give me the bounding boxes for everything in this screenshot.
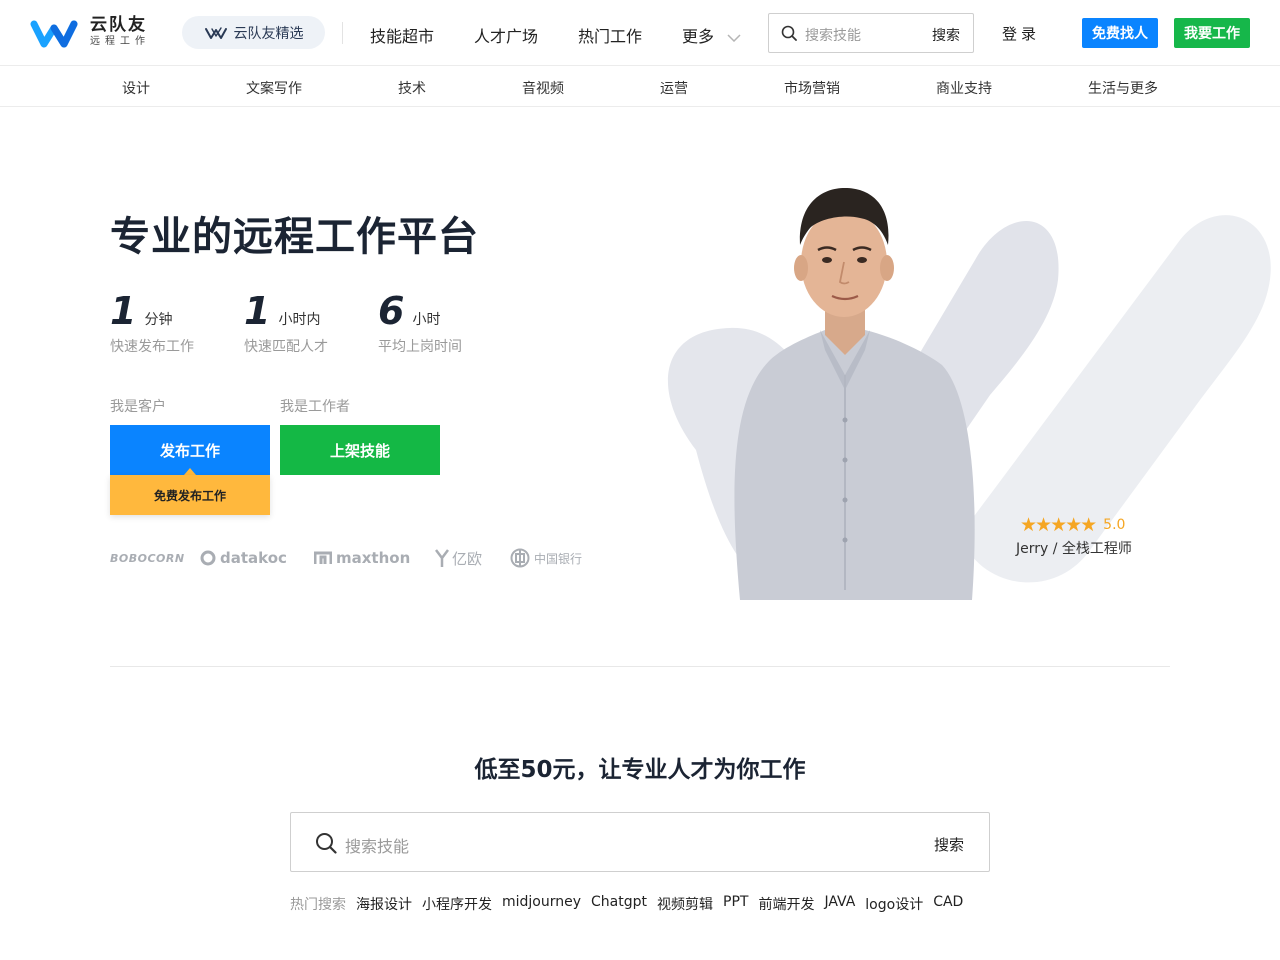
main-search-input[interactable]: 搜索技能 — [345, 833, 409, 857]
header-search-button[interactable]: 搜索 — [932, 25, 960, 45]
search-icon — [781, 25, 797, 41]
stat-desc: 快速发布工作 — [110, 339, 194, 355]
hot-search-item[interactable]: PPT — [723, 894, 748, 914]
logo-subtitle: 远程工作 — [90, 36, 150, 47]
logo[interactable]: 云队友 远程工作 — [30, 16, 150, 48]
category-design[interactable]: 设计 — [122, 78, 150, 98]
main-search-button[interactable]: 搜索 — [934, 834, 964, 855]
stat-onboard-time: 6 小时 平均上岗时间 — [378, 289, 462, 355]
stat-unit: 小时内 — [278, 312, 321, 328]
partner-logo-bobocorn: BOBOCORN — [110, 551, 185, 565]
featured-pill-label: 云队友精选 — [233, 25, 304, 42]
search-section-title: 低至50元，让专业人才为你工作 — [474, 757, 806, 783]
hot-search-item[interactable]: JAVA — [824, 894, 855, 914]
category-bar: 设计 文案写作 技术 音视频 运营 市场营销 商业支持 生活与更多 — [0, 66, 1280, 107]
partner-logo-yiou: 亿欧 — [434, 544, 482, 572]
header-search: 搜索技能 搜索 — [768, 13, 974, 53]
partner-name: 亿欧 — [452, 549, 483, 568]
category-copywriting[interactable]: 文案写作 — [246, 78, 302, 98]
stat-desc: 平均上岗时间 — [378, 339, 462, 355]
category-life-more[interactable]: 生活与更多 — [1088, 78, 1158, 98]
hero-title: 专业的远程工作平台 — [110, 214, 479, 260]
hot-searches: 热门搜索 海报设计 小程序开发 midjourney Chatgpt 视频剪辑 … — [290, 894, 973, 914]
hot-search-item[interactable]: 海报设计 — [356, 894, 412, 914]
find-work-button[interactable]: 我要工作 — [1174, 18, 1250, 48]
hot-search-item[interactable]: midjourney — [502, 894, 581, 914]
yiou-icon — [435, 549, 449, 567]
main-search: 搜索技能 搜索 — [290, 812, 990, 872]
stat-number: 1 — [244, 289, 271, 333]
rating-value: 5.0 — [1103, 517, 1126, 533]
category-tech[interactable]: 技术 — [398, 78, 426, 98]
top-header: 云队友 远程工作 云队友精选 技能超市 人才广场 热门工作 更多 搜索技能 搜索… — [0, 0, 1280, 66]
stat-match-time: 1 小时内 快速匹配人才 — [244, 289, 328, 355]
stat-number: 6 — [378, 289, 405, 333]
category-av[interactable]: 音视频 — [522, 78, 564, 98]
section-divider — [110, 666, 1170, 667]
partner-name: 中国银行 — [534, 551, 583, 566]
find-talent-button[interactable]: 免费找人 — [1082, 18, 1158, 48]
hot-search-item[interactable]: 小程序开发 — [422, 894, 492, 914]
logo-icon — [30, 20, 78, 48]
logo-name: 云队友 — [90, 15, 147, 35]
stat-unit: 小时 — [412, 312, 441, 328]
hot-search-label: 热门搜索 — [290, 897, 346, 913]
partner-logos: BOBOCORN datakoc maxthon 亿欧 中国银行 — [110, 544, 590, 572]
partner-logo-datakoc: datakoc — [200, 544, 287, 572]
category-marketing[interactable]: 市场营销 — [784, 78, 840, 98]
tooltip-arrow — [184, 468, 196, 475]
hot-search-item[interactable]: logo设计 — [865, 894, 923, 914]
chevron-down-icon — [727, 33, 741, 42]
login-link[interactable]: 登录 — [1002, 23, 1040, 44]
nav-skill-market[interactable]: 技能超市 — [370, 23, 434, 47]
list-skill-button[interactable]: 上架技能 — [280, 425, 440, 475]
stat-desc: 快速匹配人才 — [244, 339, 328, 355]
nav-hot-jobs[interactable]: 热门工作 — [578, 23, 642, 47]
nav-talent-square[interactable]: 人才广场 — [474, 23, 538, 47]
datakoc-icon — [200, 550, 216, 566]
category-business[interactable]: 商业支持 — [936, 78, 992, 98]
featured-pill[interactable]: 云队友精选 — [182, 16, 325, 49]
bank-of-china-icon — [510, 548, 530, 568]
partner-logo-bank-of-china: 中国银行 — [510, 544, 582, 572]
search-icon — [316, 833, 337, 854]
stat-unit: 分钟 — [144, 312, 173, 328]
stat-post-time: 1 分钟 快速发布工作 — [110, 289, 194, 355]
person-caption: Jerry / 全栈工程师 — [1016, 541, 1132, 557]
free-post-tooltip: 免费发布工作 — [110, 475, 270, 515]
hot-search-item[interactable]: CAD — [933, 894, 963, 914]
maxthon-icon — [314, 551, 332, 564]
stat-number: 1 — [110, 289, 137, 333]
person-photo — [734, 188, 975, 600]
hot-search-item[interactable]: 前端开发 — [758, 894, 814, 914]
partner-name: datakoc — [220, 549, 287, 567]
partner-logo-maxthon: maxthon — [314, 544, 410, 572]
worker-label: 我是工作者 — [280, 399, 350, 415]
rating: ★★★★★ 5.0 — [1020, 514, 1125, 536]
nav-more-label: 更多 — [682, 27, 715, 46]
client-label: 我是客户 — [110, 399, 166, 415]
hot-search-item[interactable]: 视频剪辑 — [657, 894, 713, 914]
category-operations[interactable]: 运营 — [660, 78, 688, 98]
header-divider — [342, 22, 343, 44]
nav-more[interactable]: 更多 — [682, 23, 741, 47]
header-search-input[interactable]: 搜索技能 — [805, 25, 861, 45]
partner-name: maxthon — [336, 549, 411, 567]
star-rating-icon: ★★★★★ — [1020, 514, 1097, 536]
featured-logo-icon — [204, 26, 227, 39]
hero-illustration — [667, 188, 1271, 600]
hot-search-item[interactable]: Chatgpt — [591, 894, 647, 914]
